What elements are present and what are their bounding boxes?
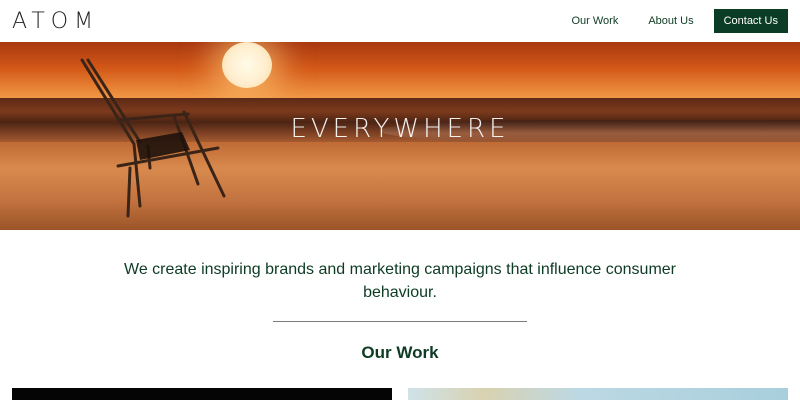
site-header: ATOM Our Work About Us Contact Us <box>0 0 800 42</box>
work-thumbnail-2[interactable] <box>408 388 788 400</box>
main-nav: Our Work About Us Contact Us <box>571 9 788 33</box>
work-thumbnail-1[interactable] <box>12 388 392 400</box>
section-divider <box>273 321 527 322</box>
hero-banner: EVERYWHERE <box>0 42 800 230</box>
nav-link-our-work[interactable]: Our Work <box>571 9 618 33</box>
intro-text: We create inspiring brands and marketing… <box>124 261 676 301</box>
nav-link-about-us[interactable]: About Us <box>648 9 693 33</box>
hero-title: EVERYWHERE <box>290 114 510 144</box>
atom-logo[interactable]: ATOM <box>12 8 99 34</box>
our-work-heading: Our Work <box>361 343 439 362</box>
contact-us-button[interactable]: Contact Us <box>713 9 788 33</box>
